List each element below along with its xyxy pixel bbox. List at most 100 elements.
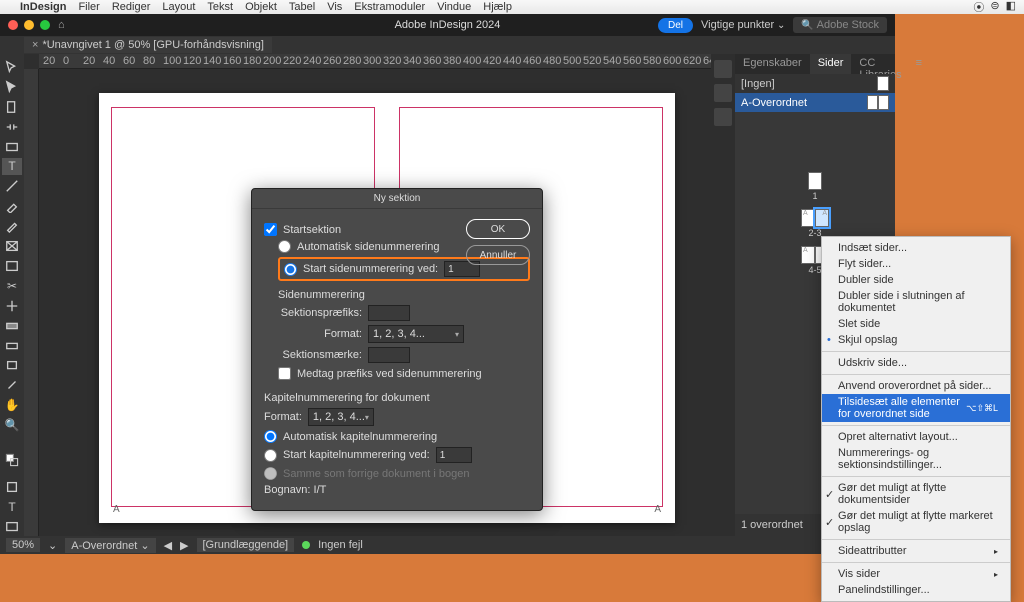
zoom-tool[interactable]: 🔍 <box>2 416 22 434</box>
ctx-duplicate-page[interactable]: Dubler side <box>822 272 1010 288</box>
home-icon[interactable]: ⌂ <box>58 19 65 31</box>
ctx-insert-pages[interactable]: Indsæt sider... <box>822 240 1010 256</box>
workspace-switcher[interactable]: Vigtige punkter ⌄ <box>701 19 785 31</box>
formatting-affects-text[interactable]: T <box>2 498 22 516</box>
preflight-status-icon[interactable] <box>302 541 310 549</box>
start-chapter-input[interactable] <box>436 447 472 463</box>
horizontal-ruler[interactable]: 2002040608010012014016018020022024026028… <box>39 54 711 69</box>
menu-ekstra[interactable]: Ekstramoduler <box>354 1 425 13</box>
section-prefix-input[interactable] <box>368 305 410 321</box>
ctx-allow-doc-pages-shuffle[interactable]: Gør det muligt at flytte dokumentsider <box>822 480 1010 508</box>
vertical-ruler[interactable] <box>24 69 39 536</box>
ctx-allow-selected-spread-shuffle[interactable]: Gør det muligt at flytte markeret opslag <box>822 508 1010 536</box>
direct-selection-tool[interactable] <box>2 78 22 96</box>
ctx-numbering-options[interactable]: Nummererings- og sektionsindstillinger..… <box>822 445 1010 473</box>
menubar-icon-3[interactable]: ◧ <box>1006 0 1016 15</box>
canvas-area: 2002040608010012014016018020022024026028… <box>24 54 711 536</box>
share-button[interactable]: Del <box>658 18 693 33</box>
zoom-arrows[interactable]: ⌄ <box>48 539 57 552</box>
start-pagenum-radio[interactable] <box>284 263 297 276</box>
close-tab-icon[interactable]: × <box>32 39 38 51</box>
app-menu[interactable]: InDesign <box>20 1 66 13</box>
menu-layout[interactable]: Layout <box>162 1 195 13</box>
ctx-create-alt-layout[interactable]: Opret alternativt layout... <box>822 429 1010 445</box>
eyedropper-tool[interactable] <box>2 377 22 395</box>
content-collector-tool[interactable] <box>2 138 22 156</box>
note-tool[interactable] <box>2 357 22 375</box>
ctx-override-master-items[interactable]: Tilsidesæt alle elementer for overordnet… <box>822 394 1010 422</box>
menu-objekt[interactable]: Objekt <box>245 1 277 13</box>
line-tool[interactable] <box>2 177 22 195</box>
page-tool[interactable] <box>2 98 22 116</box>
cc-libraries-panel-icon[interactable] <box>714 108 732 126</box>
auto-chapter-radio[interactable] <box>264 430 277 443</box>
master-none[interactable]: [Ingen] <box>735 74 895 93</box>
ctx-view-pages[interactable]: Vis sider <box>822 566 1010 582</box>
start-chapter-radio[interactable] <box>264 449 277 462</box>
properties-panel-icon[interactable] <box>714 60 732 78</box>
ctx-move-pages[interactable]: Flyt sider... <box>822 256 1010 272</box>
nav-prev[interactable]: ◀ <box>164 539 172 552</box>
rectangle-frame-tool[interactable] <box>2 237 22 255</box>
pages-panel-icon[interactable] <box>714 84 732 102</box>
pen-tool[interactable] <box>2 197 22 215</box>
menu-filer[interactable]: Filer <box>78 1 99 13</box>
same-prev-label: Samme som forrige dokument i bogen <box>283 468 469 480</box>
menubar-icon-1[interactable]: ⦿ <box>973 0 984 15</box>
page-nav[interactable]: A-Overordnet ⌄ <box>65 538 155 553</box>
menu-tabel[interactable]: Tabel <box>289 1 315 13</box>
screen-mode[interactable] <box>2 518 22 536</box>
gradient-swatch-tool[interactable] <box>2 317 22 335</box>
ctx-hide-spread[interactable]: Skjul opslag <box>822 332 1010 348</box>
menubar-icon-2[interactable]: ⊜ <box>990 0 999 15</box>
layer-indicator[interactable]: [Grundlæggende] <box>197 538 295 552</box>
tab-cc-libraries[interactable]: CC Libraries <box>851 54 909 74</box>
tab-sider[interactable]: Sider <box>810 54 852 74</box>
ctx-page-attributes[interactable]: Sideattributter <box>822 543 1010 559</box>
free-transform-tool[interactable] <box>2 297 22 315</box>
spread-2-3[interactable]: AA <box>735 209 895 227</box>
cancel-button[interactable]: Annuller <box>466 245 530 265</box>
pagenum-format-select[interactable]: 1, 2, 3, 4... <box>368 325 464 343</box>
document-tab[interactable]: ×*Unavngivet 1 @ 50% [GPU-forhåndsvisnin… <box>24 37 272 53</box>
hand-tool[interactable]: ✋ <box>2 396 22 414</box>
ctx-duplicate-page-end[interactable]: Dubler side i slutningen af dokumentet <box>822 288 1010 316</box>
formatting-affects-container[interactable] <box>2 478 22 496</box>
document-tabbar: ×*Unavngivet 1 @ 50% [GPU-forhåndsvisnin… <box>0 36 895 54</box>
page-1-thumb[interactable] <box>808 172 822 190</box>
tab-egenskaber[interactable]: Egenskaber <box>735 54 810 74</box>
fill-stroke-proxy[interactable] <box>2 447 22 472</box>
format-label: Format: <box>278 328 362 340</box>
dialog-title: Ny sektion <box>252 189 542 209</box>
pencil-tool[interactable] <box>2 217 22 235</box>
menu-hjaelp[interactable]: Hjælp <box>483 1 512 13</box>
menu-rediger[interactable]: Rediger <box>112 1 151 13</box>
master-a-overordnet[interactable]: A-Overordnet <box>735 93 895 112</box>
rectangle-tool[interactable] <box>2 257 22 275</box>
ctx-delete-page[interactable]: Slet side <box>822 316 1010 332</box>
gap-tool[interactable] <box>2 118 22 136</box>
chapter-format-label: Format: <box>264 411 302 423</box>
menu-vis[interactable]: Vis <box>327 1 342 13</box>
section-marker-input[interactable] <box>368 347 410 363</box>
gradient-feather-tool[interactable] <box>2 337 22 355</box>
menu-vindue[interactable]: Vindue <box>437 1 471 13</box>
adobe-stock-search[interactable]: 🔍 Adobe Stock <box>793 17 887 33</box>
nav-next[interactable]: ▶ <box>180 539 188 552</box>
include-prefix-checkbox[interactable] <box>278 367 291 380</box>
zoom-level[interactable]: 50% <box>6 538 40 552</box>
menu-tekst[interactable]: Tekst <box>207 1 233 13</box>
scissors-tool[interactable]: ✂ <box>2 277 22 295</box>
ok-button[interactable]: OK <box>466 219 530 239</box>
type-tool[interactable]: T <box>2 158 22 176</box>
start-section-checkbox[interactable] <box>264 223 277 236</box>
selection-tool[interactable] <box>2 58 22 76</box>
ctx-panel-options[interactable]: Panelindstillinger... <box>822 582 1010 598</box>
panel-menu-icon[interactable]: ≡ <box>910 54 928 74</box>
ctx-print-page[interactable]: Udskriv side... <box>822 355 1010 371</box>
ctx-apply-master[interactable]: Anvend oroverordnet på sider... <box>822 378 1010 394</box>
preflight-status-text: Ingen fejl <box>318 539 363 551</box>
window-controls[interactable] <box>0 20 50 30</box>
auto-pagenum-radio[interactable] <box>278 240 291 253</box>
chapter-format-select[interactable]: 1, 2, 3, 4... <box>308 408 374 426</box>
